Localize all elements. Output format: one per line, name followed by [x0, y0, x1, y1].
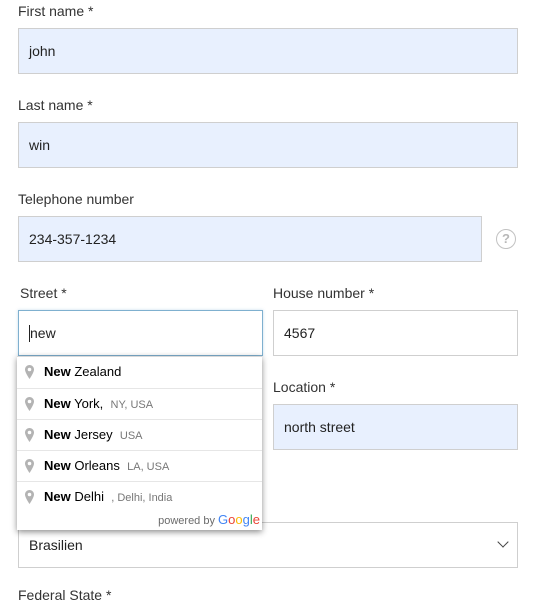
- autocomplete-match-text: New: [44, 489, 71, 504]
- autocomplete-secondary-text: NY, USA: [110, 399, 154, 411]
- question-circle-icon[interactable]: ?: [496, 229, 516, 249]
- telephone-value: 234-357-1234: [29, 231, 117, 247]
- telephone-input[interactable]: 234-357-1234: [18, 216, 482, 262]
- powered-by-text: powered by: [158, 515, 215, 527]
- text-caret: [29, 324, 30, 342]
- autocomplete-item[interactable]: New Jersey USA: [17, 419, 262, 450]
- country-select-value: Brasilien: [29, 537, 83, 553]
- autocomplete-item[interactable]: New Zealand: [17, 357, 262, 388]
- first-name-label: First name *: [18, 3, 94, 19]
- map-pin-icon: [25, 459, 34, 473]
- street-label: Street *: [20, 285, 67, 301]
- autocomplete-rest-text: York,: [70, 396, 104, 411]
- autocomplete-rest-text: Zealand: [70, 364, 122, 379]
- autocomplete-rest-text: Jersey: [70, 427, 113, 442]
- address-autocomplete-dropdown: New Zealand New York, NY, USA New Jersey…: [17, 356, 262, 530]
- location-value: north street: [284, 419, 355, 435]
- first-name-input[interactable]: john: [18, 28, 518, 74]
- powered-by-google: powered by Google: [158, 512, 260, 527]
- autocomplete-secondary-text: LA, USA: [127, 461, 170, 473]
- autocomplete-item[interactable]: New York, NY, USA: [17, 388, 262, 419]
- autocomplete-secondary-text: USA: [119, 430, 143, 442]
- federal-state-label: Federal State *: [18, 587, 112, 603]
- house-number-input[interactable]: 4567: [273, 310, 518, 356]
- map-pin-icon: [25, 397, 34, 411]
- location-label: Location *: [273, 379, 336, 395]
- autocomplete-item[interactable]: New Delhi , Delhi, India: [17, 481, 262, 512]
- autocomplete-secondary-text: , Delhi, India: [111, 492, 173, 504]
- house-number-value: 4567: [284, 325, 316, 341]
- autocomplete-rest-text: Delhi: [70, 489, 104, 504]
- autocomplete-rest-text: Orleans: [70, 458, 120, 473]
- autocomplete-match-text: New: [44, 364, 71, 379]
- first-name-value: john: [29, 43, 56, 59]
- google-logo: Google: [218, 512, 260, 527]
- last-name-value: win: [29, 137, 51, 153]
- autocomplete-match-text: New: [44, 458, 71, 473]
- house-number-label: House number *: [273, 285, 375, 301]
- last-name-label: Last name *: [18, 97, 93, 113]
- street-input[interactable]: new: [18, 310, 263, 356]
- autocomplete-item[interactable]: New Orleans LA, USA: [17, 450, 262, 481]
- map-pin-icon: [25, 428, 34, 442]
- map-pin-icon: [25, 365, 34, 379]
- autocomplete-match-text: New: [44, 427, 71, 442]
- street-value: new: [30, 325, 56, 341]
- last-name-input[interactable]: win: [18, 122, 518, 168]
- telephone-label: Telephone number: [18, 191, 134, 207]
- chevron-down-icon: [497, 536, 509, 548]
- location-input[interactable]: north street: [273, 404, 518, 450]
- map-pin-icon: [25, 490, 34, 504]
- autocomplete-match-text: New: [44, 396, 71, 411]
